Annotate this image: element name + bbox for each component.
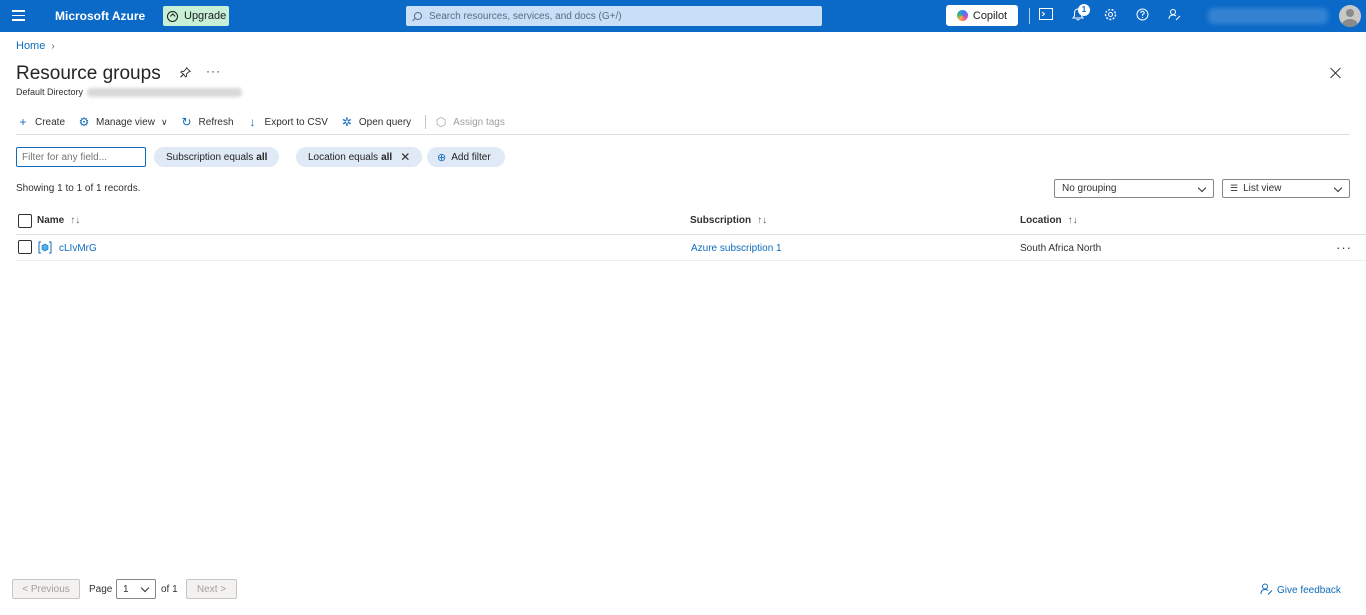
page-select[interactable]: 1 — [116, 579, 156, 599]
menu-icon[interactable] — [12, 10, 25, 22]
account-name[interactable] — [1208, 8, 1328, 24]
resource-group-icon — [38, 241, 52, 254]
records-count: Showing 1 to 1 of 1 records. — [16, 183, 141, 194]
upgrade-label: Upgrade — [184, 10, 227, 22]
add-filter-label: Add filter — [451, 151, 491, 163]
location-filter-value: all — [381, 151, 393, 163]
column-subscription-label: Subscription — [690, 215, 752, 226]
create-label: Create — [35, 116, 66, 128]
help-icon[interactable] — [1134, 8, 1150, 24]
chevron-down-icon — [1333, 183, 1343, 193]
cloud-shell-icon[interactable] — [1038, 8, 1054, 24]
chevron-right-icon: › — [51, 40, 55, 52]
top-bar: Microsoft Azure Upgrade Search resources… — [0, 0, 1366, 32]
subscription-filter-value: all — [256, 151, 268, 163]
assign-tags-label: Assign tags — [453, 116, 505, 128]
export-csv-button[interactable]: ↓ Export to CSV — [246, 112, 328, 132]
subscription-filter-label: Subscription equals — [166, 151, 254, 163]
copilot-button[interactable]: Copilot — [946, 5, 1018, 26]
page-label: Page — [89, 584, 113, 595]
chevron-down-icon — [1197, 183, 1207, 193]
column-location-label: Location — [1020, 215, 1062, 226]
column-header-subscription[interactable]: Subscription ↑↓ — [690, 215, 767, 226]
create-button[interactable]: + Create — [16, 112, 65, 132]
assign-tags-button[interactable]: ⬡ Assign tags — [434, 112, 505, 132]
breadcrumb-home[interactable]: Home — [16, 40, 45, 52]
filter-input[interactable] — [16, 147, 146, 167]
breadcrumb[interactable]: Home › — [16, 40, 55, 52]
manage-view-button[interactable]: ⚙ Manage view ∨ — [77, 112, 168, 132]
table-row[interactable]: cLIvMrG Azure subscription 1 South Afric… — [16, 236, 1366, 261]
column-header-location[interactable]: Location ↑↓ — [1020, 215, 1078, 226]
grouping-dropdown[interactable]: No grouping — [1054, 179, 1214, 198]
close-icon[interactable] — [1330, 67, 1342, 79]
directory-label: Default Directory — [16, 87, 84, 97]
toolbar-divider — [425, 115, 427, 129]
page-title: Resource groups — [16, 63, 161, 84]
table-header: Name ↑↓ Subscription ↑↓ Location ↑↓ — [16, 209, 1366, 235]
location-filter-pill[interactable]: Location equals all ✕ — [296, 147, 423, 167]
topbar-divider — [1029, 8, 1030, 24]
give-feedback-label: Give feedback — [1277, 585, 1341, 596]
refresh-button[interactable]: ↻ Refresh — [180, 112, 234, 132]
next-page-button[interactable]: Next > — [186, 579, 237, 599]
page-select-value: 1 — [123, 583, 129, 595]
query-icon: ✲ — [341, 115, 352, 129]
sort-icon: ↑↓ — [1067, 215, 1078, 226]
gear-icon: ⚙ — [78, 115, 90, 129]
settings-icon[interactable] — [1102, 8, 1118, 24]
sort-ascending-icon: ↑↓ — [70, 215, 81, 226]
add-filter-icon: ⊕ — [437, 151, 447, 164]
tag-icon: ⬡ — [435, 115, 447, 129]
more-options-icon[interactable]: ··· — [206, 64, 221, 78]
remove-filter-icon[interactable]: ✕ — [400, 150, 410, 164]
view-dropdown[interactable]: ☰ List view — [1222, 179, 1350, 198]
row-checkbox[interactable] — [18, 240, 32, 254]
directory-id-redacted — [87, 87, 243, 97]
manage-view-label: Manage view — [96, 116, 155, 128]
open-query-label: Open query — [358, 116, 412, 128]
feedback-icon — [1260, 583, 1273, 598]
chevron-down-icon: ∨ — [160, 116, 168, 127]
pin-icon[interactable] — [180, 67, 192, 81]
select-all-checkbox[interactable] — [18, 214, 32, 228]
row-more-options-icon[interactable]: ··· — [1336, 240, 1352, 255]
location-filter-label: Location equals — [308, 151, 379, 163]
grouping-value: No grouping — [1062, 183, 1117, 194]
download-icon: ↓ — [249, 115, 256, 129]
export-csv-label: Export to CSV — [264, 116, 328, 128]
subscription-filter-pill[interactable]: Subscription equals all — [154, 147, 280, 167]
avatar[interactable] — [1339, 5, 1361, 27]
subscription-link[interactable]: Azure subscription 1 — [691, 243, 782, 254]
search-icon — [414, 12, 422, 20]
add-filter-button[interactable]: ⊕ Add filter — [427, 147, 505, 167]
give-feedback-link[interactable]: Give feedback — [1260, 583, 1341, 598]
column-header-name[interactable]: Name ↑↓ — [37, 215, 80, 226]
refresh-label: Refresh — [198, 116, 234, 128]
column-name-label: Name — [37, 215, 65, 226]
resource-group-name-link[interactable]: cLIvMrG — [59, 243, 97, 254]
upgrade-button[interactable]: Upgrade — [163, 6, 229, 26]
plus-icon: + — [19, 115, 27, 129]
page-total-label: of 1 — [161, 584, 178, 595]
feedback-icon[interactable] — [1166, 8, 1182, 24]
upgrade-icon — [167, 10, 178, 22]
chevron-down-icon — [140, 583, 150, 593]
copilot-label: Copilot — [972, 9, 1008, 22]
refresh-icon: ↻ — [181, 115, 192, 129]
list-view-icon: ☰ — [1230, 183, 1239, 193]
sort-icon: ↑↓ — [757, 215, 768, 226]
view-value: List view — [1243, 183, 1282, 194]
global-search-input[interactable]: Search resources, services, and docs (G+… — [406, 6, 822, 26]
previous-page-button[interactable]: < Previous — [12, 579, 80, 599]
page-subtitle: Default Directory — [16, 87, 243, 97]
open-query-button[interactable]: ✲ Open query — [340, 112, 411, 132]
location-cell: South Africa North — [1020, 243, 1102, 254]
brand-title[interactable]: Microsoft Azure — [55, 9, 145, 23]
notification-badge: 1 — [1078, 4, 1090, 16]
search-placeholder: Search resources, services, and docs (G+… — [429, 10, 622, 22]
copilot-icon — [956, 10, 968, 21]
command-toolbar: + Create ⚙ Manage view ∨ ↻ Refresh ↓ Exp… — [16, 110, 1350, 135]
